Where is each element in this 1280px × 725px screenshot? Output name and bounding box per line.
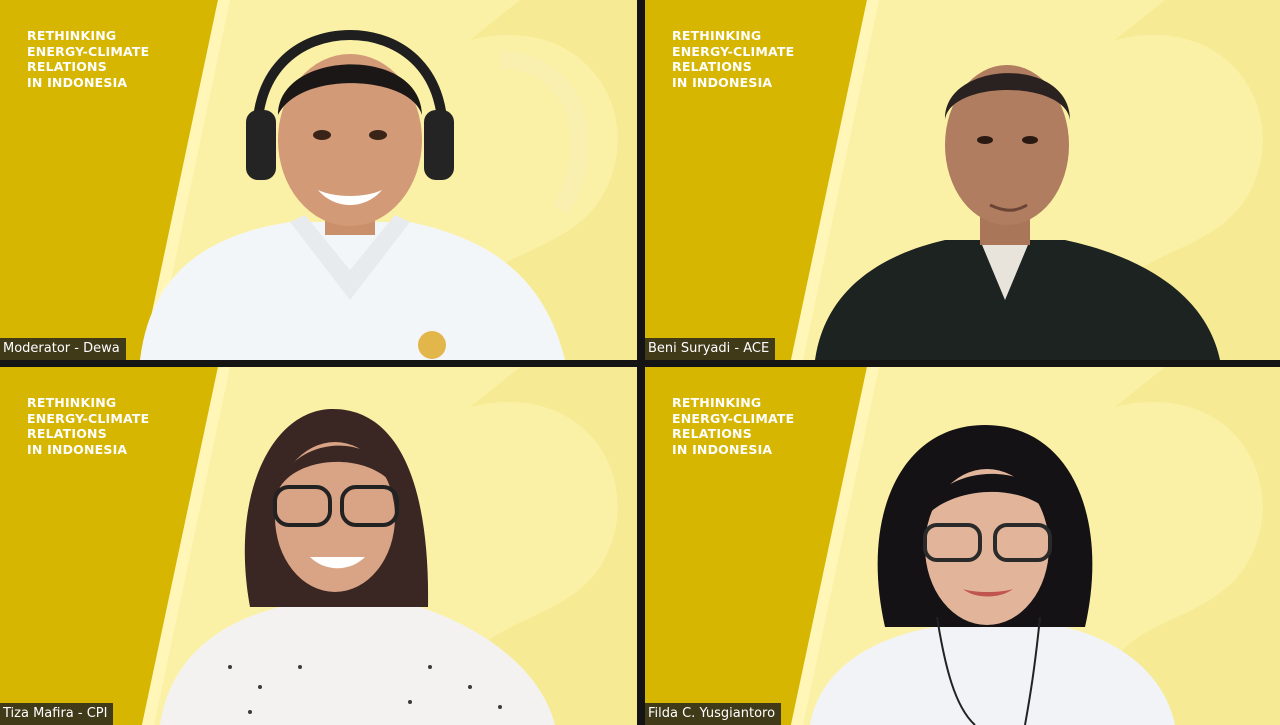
event-title: RETHINKING ENERGY-CLIMATE RELATIONS IN I… — [672, 395, 794, 457]
event-title-line-2: ENERGY-CLIMATE — [672, 410, 795, 426]
event-title-line-1: RETHINKING — [672, 395, 762, 410]
event-title-line-1: RETHINKING — [27, 28, 117, 43]
participant-name-label: Filda C. Yusgiantoro — [645, 703, 782, 725]
participant-name-label: Tiza Mafira - CPI — [0, 703, 114, 725]
video-tile-moderator-dewa[interactable]: RETHINKING ENERGY-CLIMATE RELATIONS IN I… — [0, 0, 637, 360]
participant-name-label: Moderator - Dewa — [0, 338, 126, 360]
event-title-line-3: RELATIONS — [672, 426, 752, 441]
video-gallery: RETHINKING ENERGY-CLIMATE RELATIONS IN I… — [0, 0, 1280, 725]
video-tile-filda-yusgiantoro[interactable]: RETHINKING ENERGY-CLIMATE RELATIONS IN I… — [645, 367, 1280, 725]
video-tile-beni-suryadi[interactable]: RETHINKING ENERGY-CLIMATE RELATIONS IN I… — [645, 0, 1280, 360]
event-title-line-4: IN INDONESIA — [672, 441, 773, 457]
event-title-line-4: IN INDONESIA — [27, 441, 128, 457]
participant-name-label: Beni Suryadi - ACE — [645, 338, 776, 360]
event-title-line-2: ENERGY-CLIMATE — [27, 410, 150, 426]
event-title-line-1: RETHINKING — [27, 395, 117, 410]
event-title-line-3: RELATIONS — [27, 426, 107, 441]
event-title-line-4: IN INDONESIA — [27, 74, 128, 90]
event-title-line-4: IN INDONESIA — [672, 74, 773, 90]
event-title-line-2: ENERGY-CLIMATE — [672, 43, 795, 59]
event-title: RETHINKING ENERGY-CLIMATE RELATIONS IN I… — [27, 28, 149, 90]
event-title-line-1: RETHINKING — [672, 28, 762, 43]
event-title: RETHINKING ENERGY-CLIMATE RELATIONS IN I… — [27, 395, 149, 457]
video-tile-tiza-mafira[interactable]: RETHINKING ENERGY-CLIMATE RELATIONS IN I… — [0, 367, 637, 725]
event-title-line-3: RELATIONS — [27, 59, 107, 74]
event-title-line-2: ENERGY-CLIMATE — [27, 43, 150, 59]
event-title-line-3: RELATIONS — [672, 59, 752, 74]
event-title: RETHINKING ENERGY-CLIMATE RELATIONS IN I… — [672, 28, 794, 90]
